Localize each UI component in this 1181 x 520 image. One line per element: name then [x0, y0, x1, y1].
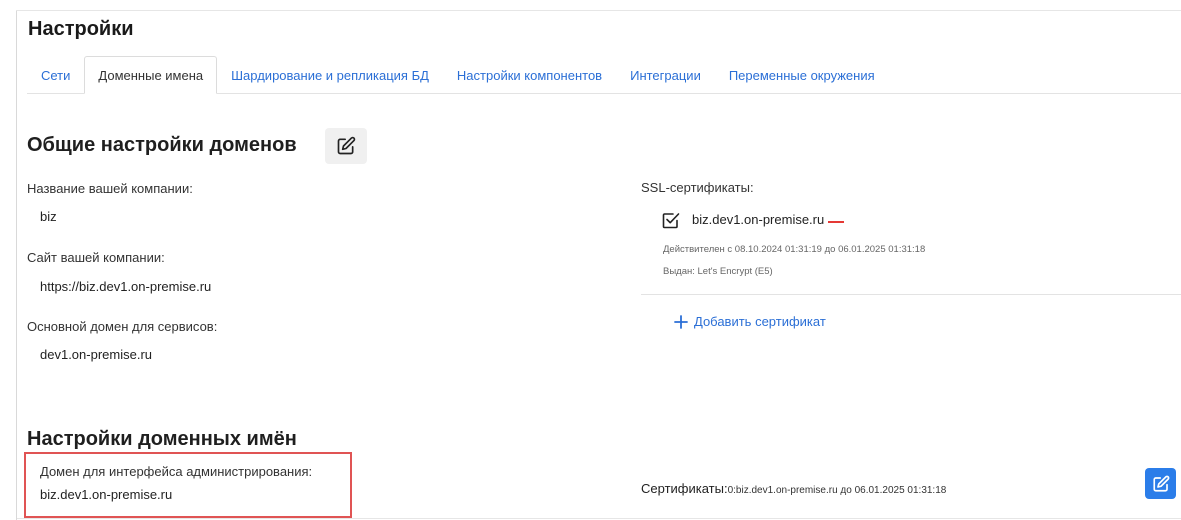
certificate-divider	[641, 294, 1181, 295]
add-certificate-button[interactable]: Добавить сертификат	[674, 314, 826, 329]
main-domain-label: Основной домен для сервисов:	[27, 319, 218, 334]
content-bottom-border	[17, 518, 1181, 519]
company-name-label: Название вашей компании:	[27, 181, 193, 196]
edit-domain-names-button[interactable]	[1145, 468, 1176, 499]
certificate-issuer: Выдан: Let's Encrypt (E5)	[663, 266, 773, 277]
domain-names-settings-title: Настройки доменных имён	[27, 428, 297, 450]
main-domain-value: dev1.on-premise.ru	[40, 347, 152, 362]
tab-sharding-replication[interactable]: Шардирование и репликация БД	[217, 56, 443, 94]
company-name-value: biz	[40, 209, 57, 224]
content-frame-top	[16, 10, 1181, 11]
edit-icon	[337, 136, 356, 155]
certificates-summary: Сертификаты:0:biz.dev1.on-premise.ru до …	[641, 480, 946, 498]
certificates-value: 0:biz.dev1.on-premise.ru до 06.01.2025 0…	[727, 485, 947, 496]
tab-component-settings[interactable]: Настройки компонентов	[443, 56, 616, 94]
add-certificate-label: Добавить сертификат	[694, 314, 826, 329]
company-site-label: Сайт вашей компании:	[27, 250, 165, 265]
checkbox-checked-icon[interactable]	[662, 211, 680, 229]
general-settings-title: Общие настройки доменов	[27, 134, 297, 156]
ssl-certificates-label: SSL-сертификаты:	[641, 180, 754, 195]
tab-environment-variables[interactable]: Переменные окружения	[715, 56, 889, 94]
certificate-validity: Действителен с 08.10.2024 01:31:19 до 06…	[663, 244, 926, 255]
tab-integrations[interactable]: Интеграции	[616, 56, 715, 94]
content-frame-border	[16, 10, 17, 520]
admin-domain-highlight	[24, 452, 352, 518]
tab-networks[interactable]: Сети	[27, 56, 84, 94]
edit-general-settings-button[interactable]	[325, 128, 367, 164]
certificate-name: biz.dev1.on-premise.ru	[692, 212, 825, 227]
edit-icon	[1152, 475, 1169, 492]
page-title: Настройки	[28, 18, 134, 40]
admin-domain-label: Домен для интерфейса администрирования:	[40, 464, 313, 479]
admin-domain-value: biz.dev1.on-premise.ru	[40, 487, 173, 502]
tab-bar: Сети Доменные имена Шардирование и репли…	[27, 56, 889, 94]
tab-domain-names[interactable]: Доменные имена	[84, 56, 218, 94]
plus-icon	[674, 314, 688, 329]
remove-certificate-button[interactable]	[828, 221, 844, 223]
certificates-label: Сертификаты:	[641, 481, 728, 496]
company-site-value: https://biz.dev1.on-premise.ru	[40, 279, 212, 294]
